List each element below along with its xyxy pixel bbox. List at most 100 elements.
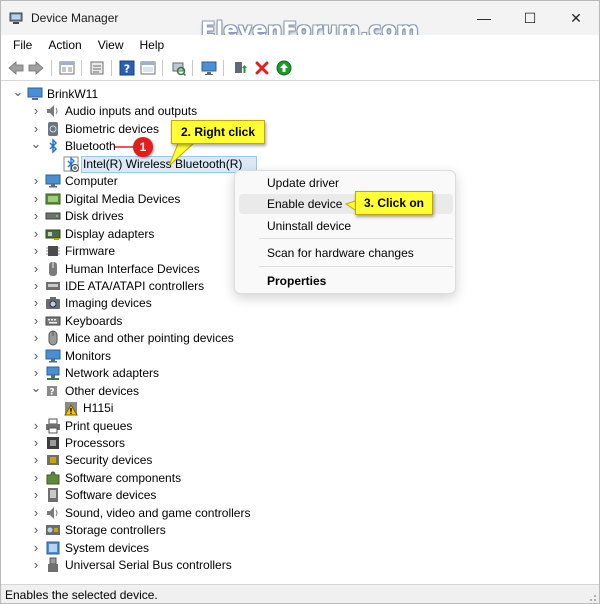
expand-chevron-icon[interactable]: ›	[31, 242, 41, 259]
tree-item-label: Universal Serial Bus controllers	[65, 558, 232, 573]
menu-file[interactable]: File	[5, 38, 40, 52]
collapse-chevron-icon[interactable]: ⌄	[31, 380, 42, 397]
minimize-button[interactable]: —	[461, 1, 507, 35]
puzzle-icon	[45, 470, 61, 486]
expand-chevron-icon[interactable]: ›	[31, 364, 41, 381]
tree-category[interactable]: › Imaging devices	[1, 295, 599, 312]
expand-chevron-icon[interactable]: ›	[31, 277, 41, 294]
expand-chevron-icon[interactable]: ›	[31, 294, 41, 311]
ctx-uninstall-device[interactable]: Uninstall device	[267, 219, 351, 233]
expand-chevron-icon[interactable]: ›	[31, 347, 41, 364]
expand-chevron-icon[interactable]: ›	[31, 521, 41, 538]
expand-chevron-icon[interactable]: ›	[31, 434, 41, 451]
software-device-icon	[45, 487, 61, 503]
expand-chevron-icon[interactable]: ›	[31, 539, 41, 556]
tree-item-label: Keyboards	[65, 313, 123, 328]
show-hidden-icon[interactable]	[88, 59, 106, 77]
expand-chevron-icon[interactable]: ›	[31, 207, 41, 224]
enable-device-icon[interactable]	[275, 59, 293, 77]
status-bar: Enables the selected device.	[1, 584, 599, 603]
tree-root[interactable]: ⌄ BrinkW11	[1, 83, 599, 103]
expand-chevron-icon[interactable]: ›	[31, 417, 41, 434]
tree-category[interactable]: › Processors	[1, 435, 599, 452]
step3-callout: 3. Click on	[355, 191, 433, 215]
monitor-icon[interactable]	[200, 59, 218, 77]
tree-device[interactable]: ! H115i	[1, 400, 599, 417]
system-icon	[45, 540, 61, 556]
window-title: Device Manager	[31, 11, 119, 25]
expand-chevron-icon[interactable]: ›	[31, 329, 41, 346]
expand-chevron-icon[interactable]: ›	[31, 469, 41, 486]
tree-item-label: Intel(R) Wireless Bluetooth(R)	[83, 156, 243, 171]
tree-item-label: System devices	[65, 540, 150, 555]
expand-chevron-icon[interactable]: ›	[31, 120, 41, 137]
tree-category[interactable]: › Security devices	[1, 452, 599, 469]
tree-item-label: Biometric devices	[65, 121, 160, 136]
media-icon	[45, 191, 61, 207]
menu-help[interactable]: Help	[132, 38, 173, 52]
ctx-update-driver[interactable]: Update driver	[267, 176, 339, 190]
resize-grip-icon[interactable]	[587, 592, 597, 602]
svg-text:?: ?	[124, 63, 130, 76]
forward-arrow-icon[interactable]	[27, 59, 45, 77]
computer-root-icon	[27, 86, 43, 102]
collapse-chevron-icon[interactable]: ⌄	[13, 83, 24, 100]
tree-item-label: Security devices	[65, 453, 153, 468]
properties-view-icon[interactable]	[58, 59, 76, 77]
ctx-scan-hardware[interactable]: Scan for hardware changes	[267, 246, 414, 260]
device-tree[interactable]: ⌄ BrinkW11 › Audio inputs and outputs › Biome…	[1, 82, 599, 582]
maximize-button[interactable]: ☐	[507, 1, 553, 35]
hid-icon	[45, 261, 61, 277]
tree-category[interactable]: › System devices	[1, 540, 599, 557]
tree-category[interactable]: › Software devices	[1, 487, 599, 504]
tree-item-label: Disk drives	[65, 209, 124, 224]
tree-item-label: Storage controllers	[65, 523, 166, 538]
tree-category[interactable]: › Storage controllers	[1, 522, 599, 539]
back-arrow-icon[interactable]	[7, 59, 25, 77]
ctx-properties[interactable]: Properties	[267, 274, 326, 288]
view-icon[interactable]	[139, 59, 157, 77]
tree-category[interactable]: ⌄ Bluetooth	[1, 135, 599, 155]
tree-category[interactable]: › Keyboards	[1, 313, 599, 330]
expand-chevron-icon[interactable]: ›	[31, 486, 41, 503]
expand-chevron-icon[interactable]: ›	[31, 504, 41, 521]
tree-item-label: Human Interface Devices	[65, 261, 200, 276]
expand-chevron-icon[interactable]: ›	[31, 225, 41, 242]
collapse-chevron-icon[interactable]: ⌄	[31, 135, 42, 152]
menu-action[interactable]: Action	[40, 38, 89, 52]
expand-chevron-icon[interactable]: ›	[31, 172, 41, 189]
tree-item-label: H115i	[83, 401, 114, 416]
scan-hardware-icon[interactable]	[169, 59, 187, 77]
tree-item-label: Print queues	[65, 418, 133, 433]
ctx-enable-device[interactable]: Enable device	[267, 197, 342, 211]
disk-icon	[45, 208, 61, 224]
expand-chevron-icon[interactable]: ›	[31, 190, 41, 207]
expand-chevron-icon[interactable]: ›	[31, 556, 41, 573]
menu-view[interactable]: View	[90, 38, 132, 52]
tree-category[interactable]: › Sound, video and game controllers	[1, 505, 599, 522]
bluetooth-icon	[45, 138, 61, 155]
tree-item-label: Digital Media Devices	[65, 191, 181, 206]
tree-category[interactable]: ⌄? Other devices	[1, 380, 599, 400]
tree-category[interactable]: › Monitors	[1, 348, 599, 365]
expand-chevron-icon[interactable]: ›	[31, 312, 41, 329]
expand-chevron-icon[interactable]: ›	[31, 451, 41, 468]
tree-item-label: Display adapters	[65, 226, 155, 241]
expand-chevron-icon[interactable]: ›	[31, 260, 41, 277]
tree-category[interactable]: › Audio inputs and outputs	[1, 103, 599, 120]
tree-item-label: BrinkW11	[47, 87, 99, 101]
tree-category[interactable]: › Biometric devices	[1, 121, 599, 138]
tree-category[interactable]: › Software components	[1, 470, 599, 487]
tree-category[interactable]: › Print queues	[1, 418, 599, 435]
tree-category[interactable]: › Mice and other pointing devices	[1, 330, 599, 347]
tree-category[interactable]: › Network adapters	[1, 365, 599, 382]
tree-item-label: Other devices	[65, 383, 140, 398]
close-button[interactable]: ✕	[553, 1, 599, 35]
expand-chevron-icon[interactable]: ›	[31, 102, 41, 119]
help-icon[interactable]: ?	[118, 59, 136, 77]
uninstall-x-icon[interactable]	[253, 59, 271, 77]
security-icon	[45, 452, 61, 468]
ide-icon	[45, 278, 61, 294]
tree-category[interactable]: › Universal Serial Bus controllers	[1, 557, 599, 574]
update-driver-icon[interactable]	[231, 59, 249, 77]
